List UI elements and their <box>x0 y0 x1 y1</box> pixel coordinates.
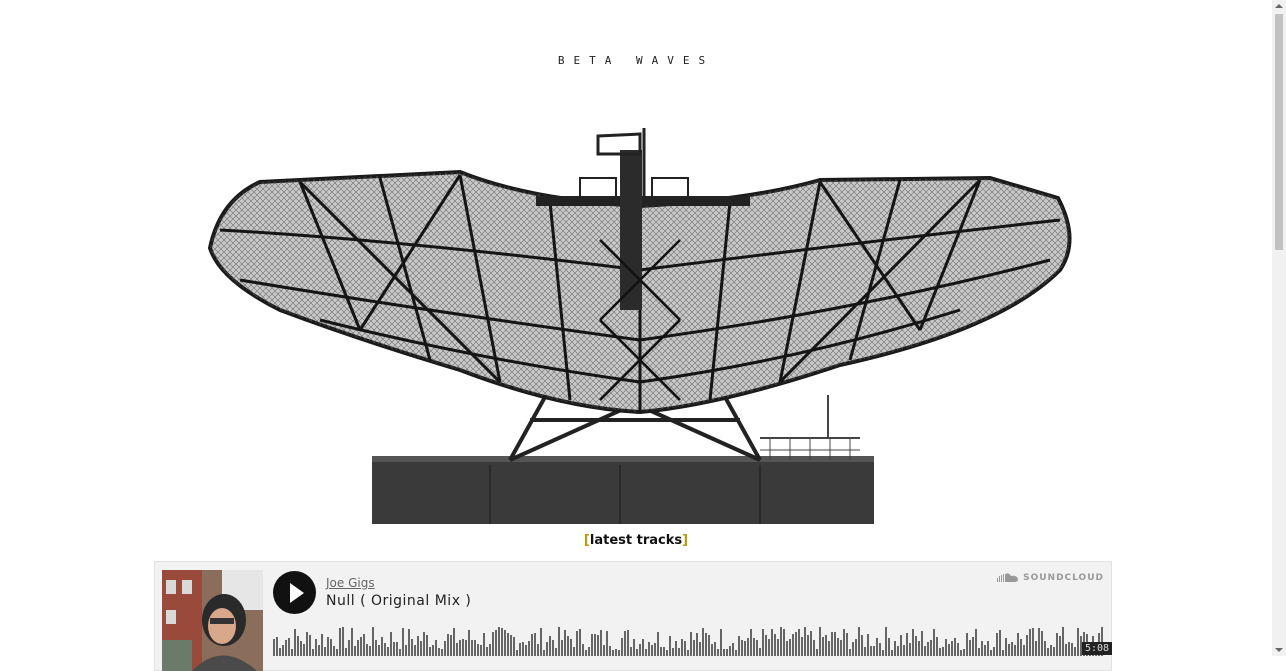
scroll-down-icon[interactable] <box>1275 648 1283 652</box>
section-heading-label: latest tracks <box>589 533 683 548</box>
soundcloud-label: SOUNDCLOUD <box>1023 573 1104 583</box>
section-heading-latest-tracks: [latest tracks] <box>0 533 1272 548</box>
soundcloud-cloud-icon <box>997 573 1019 582</box>
scrollbar-thumb[interactable] <box>1275 14 1283 250</box>
track-title[interactable]: Null ( Original Mix ) <box>326 593 471 609</box>
track-duration: 5:08 <box>1082 642 1113 655</box>
site-title: BETA WAVES <box>557 54 715 67</box>
soundcloud-logo[interactable]: SOUNDCLOUD <box>997 573 1104 583</box>
hero-radar-image <box>207 128 1072 524</box>
bracket-close: ] <box>682 533 689 548</box>
artist-link[interactable]: Joe Gigs <box>326 576 375 590</box>
soundcloud-player: Joe Gigs Null ( Original Mix ) SOUNDCLOU… <box>154 561 1113 671</box>
play-icon <box>290 583 304 603</box>
page-scrollbar[interactable] <box>1272 0 1286 656</box>
waveform[interactable] <box>273 622 1105 656</box>
scroll-up-icon[interactable] <box>1275 4 1283 8</box>
play-button[interactable] <box>273 571 316 614</box>
